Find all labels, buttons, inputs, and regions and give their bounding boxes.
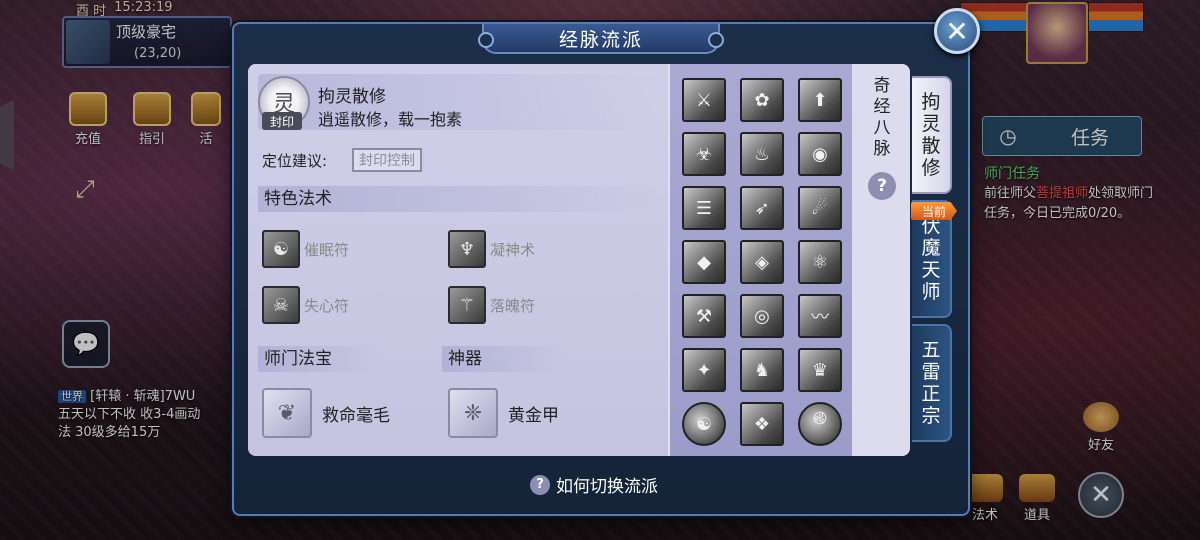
focus-spell-icon: ♆	[448, 230, 486, 268]
position-tag: 封印控制	[352, 148, 422, 172]
tab-school-1[interactable]: 拘灵散修	[912, 76, 952, 194]
panel-content: 灵 封印 拘灵散修 逍遥散修，载一抱素 定位建议: 封印控制 特色法术 ☯ 催眠…	[248, 64, 910, 456]
meridian-skill-icon[interactable]: ☣	[682, 132, 726, 176]
treasure-item[interactable]: ❦ 救命毫毛	[262, 388, 390, 438]
confusion-talisman-icon: ☠	[262, 286, 300, 324]
artifact-item[interactable]: ❈ 黄金甲	[448, 388, 559, 438]
school-type-badge: 封印	[262, 112, 302, 130]
meridian-skill-icon[interactable]: ♨	[740, 132, 784, 176]
skill-item[interactable]: ⚚ 落魄符	[448, 286, 535, 324]
soul-talisman-icon: ⚚	[448, 286, 486, 324]
meridian-skill-icon[interactable]: ❖	[740, 402, 784, 446]
meridian-skill-icon[interactable]: ✦	[682, 348, 726, 392]
meridian-skill-icon[interactable]: ⚔	[682, 78, 726, 122]
skills-section-title: 特色法术	[258, 186, 658, 212]
meridian-skill-icon[interactable]: ☯	[682, 402, 726, 446]
meridian-skill-icon[interactable]: ⚛	[798, 240, 842, 284]
school-info-area: 灵 封印 拘灵散修 逍遥散修，载一抱素 定位建议: 封印控制 特色法术 ☯ 催眠…	[248, 64, 668, 456]
tab-school-3[interactable]: 五雷正宗	[912, 324, 952, 442]
position-label: 定位建议:	[262, 152, 328, 170]
meridian-skill-icon[interactable]: 〰	[798, 294, 842, 338]
meridian-skill-icon[interactable]: ♞	[740, 348, 784, 392]
school-name: 拘灵散修	[318, 87, 386, 107]
meridian-help-icon[interactable]: ?	[868, 172, 896, 200]
sleep-talisman-icon: ☯	[262, 230, 300, 268]
meridian-title: 奇经八脉	[873, 76, 891, 159]
meridian-skill-icon[interactable]: ☰	[682, 186, 726, 230]
feather-icon: ❦	[262, 388, 312, 438]
school-motto: 逍遥散修，载一抱素	[318, 110, 463, 129]
switch-school-help[interactable]: ? 如何切换流派	[530, 472, 658, 497]
meridian-skill-icon[interactable]: ◈	[740, 240, 784, 284]
help-icon: ?	[530, 474, 550, 495]
meridian-skill-icon[interactable]: ⬆	[798, 78, 842, 122]
meridian-skill-icon[interactable]: ☄	[798, 186, 842, 230]
meridian-skill-grid: ⚔ ✿ ⬆ ☣ ♨ ◉ ☰ ➶ ☄ ◆ ◈ ⚛ ⚒ ◎ 〰 ✦ ♞ ♛ ☯ ❖ …	[670, 64, 852, 456]
skill-item[interactable]: ♆ 凝神术	[448, 230, 535, 268]
treasure-section-title: 师门法宝	[258, 346, 378, 372]
meridian-skill-icon[interactable]: ⚒	[682, 294, 726, 338]
artifact-section-title: 神器	[442, 346, 562, 372]
meridian-skill-icon[interactable]: ➶	[740, 186, 784, 230]
meridian-skill-icon[interactable]: ♛	[798, 348, 842, 392]
meridian-skill-icon[interactable]: ◎	[740, 294, 784, 338]
meridian-skill-icon[interactable]: ◉	[798, 132, 842, 176]
panel-title: 经脉流派	[478, 24, 724, 54]
meridian-skill-icon[interactable]: ࿋	[798, 402, 842, 446]
skill-item[interactable]: ☠ 失心符	[262, 286, 349, 324]
close-button[interactable]: ✕	[934, 8, 980, 54]
switch-hint-label: 如何切换流派	[556, 477, 658, 497]
meridian-skill-icon[interactable]: ✿	[740, 78, 784, 122]
skill-item[interactable]: ☯ 催眠符	[262, 230, 349, 268]
current-school-badge: 当前	[911, 202, 957, 220]
meridian-skill-icon[interactable]: ◆	[682, 240, 726, 284]
meridian-title-column: 奇经八脉 ?	[852, 64, 910, 456]
armor-icon: ❈	[448, 388, 498, 438]
